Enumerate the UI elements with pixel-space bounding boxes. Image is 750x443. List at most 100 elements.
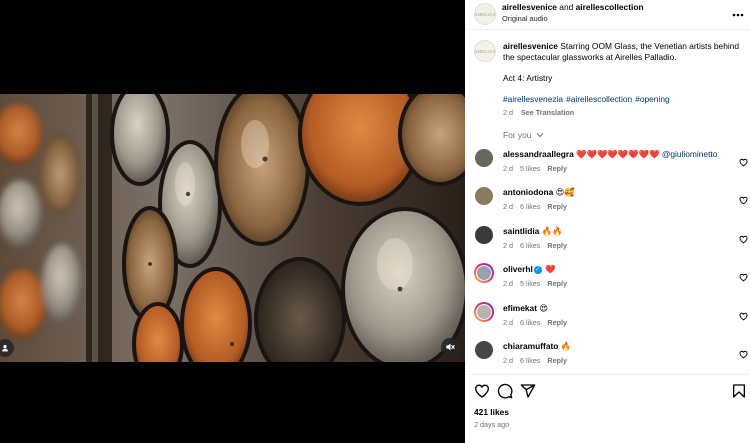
- comment-age: 2 d: [503, 317, 513, 327]
- avatar-image: [476, 303, 492, 320]
- hashtag-link[interactable]: #airellesvenezia: [503, 94, 563, 104]
- commenter-username[interactable]: antoniodona: [503, 187, 553, 197]
- heart-outline-icon: [739, 235, 748, 244]
- caption-act-line: Act 4: Artistry: [503, 73, 553, 83]
- commenter-avatar[interactable]: [474, 224, 494, 245]
- mention-link[interactable]: @giuliominetto: [662, 149, 718, 159]
- share-button[interactable]: [520, 383, 536, 399]
- chevron-down-icon: [536, 133, 544, 138]
- avatar-image: [474, 186, 494, 207]
- like-button[interactable]: [474, 383, 490, 399]
- comment-like-button[interactable]: [739, 192, 748, 205]
- more-options-button[interactable]: [732, 6, 744, 20]
- comment-likes[interactable]: 5 likes: [520, 279, 540, 288]
- comment-like-button[interactable]: [739, 154, 748, 167]
- comment-likes[interactable]: 5 likes: [520, 164, 540, 173]
- see-translation-button[interactable]: See Translation: [521, 108, 574, 117]
- commenter-username[interactable]: saintlidia: [503, 226, 539, 236]
- comment-body: alessandraallegra ❤️❤️❤️❤️❤️❤️❤️❤️ @giul…: [503, 149, 717, 160]
- comment-item: antoniodona 😍🥰 2 d 6 likes Reply: [465, 182, 750, 220]
- user-tag-icon: [2, 345, 8, 352]
- audio-link[interactable]: Original audio: [502, 14, 548, 23]
- comment-body: antoniodona 😍🥰: [503, 187, 575, 198]
- caption-author-avatar[interactable]: AIRELLES: [474, 40, 496, 62]
- comment-button[interactable]: [497, 383, 513, 399]
- comment-like-button[interactable]: [739, 346, 748, 359]
- mute-toggle-button[interactable]: [441, 338, 459, 356]
- save-button[interactable]: [731, 383, 747, 399]
- post-header: AIRELLES airellesvenice and airellescoll…: [465, 0, 750, 30]
- comment-body: efimekat 😍: [503, 303, 548, 313]
- paper-plane-icon: [520, 384, 536, 398]
- commenter-avatar[interactable]: [474, 301, 494, 322]
- heart-outline-icon: [739, 197, 748, 205]
- commenter-username[interactable]: chiaramuffato: [503, 341, 558, 351]
- caption-author-link[interactable]: airellesvenice: [503, 41, 558, 51]
- comment-meta: 2 d 5 likes Reply: [503, 164, 574, 173]
- comment-meta: 2 d 6 likes Reply: [503, 241, 574, 250]
- comment-meta: 2 d 5 likes Reply: [503, 279, 574, 288]
- reply-button[interactable]: Reply: [547, 241, 567, 250]
- commenter-username[interactable]: efimekat: [503, 303, 537, 313]
- avatar-image: [474, 224, 494, 245]
- comment-text: 😍🥰: [555, 187, 575, 198]
- comment-like-button[interactable]: [739, 231, 748, 244]
- comment-item: efimekat 😍 2 d 6 likes Reply: [465, 298, 750, 336]
- reply-button[interactable]: Reply: [547, 356, 567, 365]
- reply-button[interactable]: Reply: [547, 279, 567, 288]
- video-player[interactable]: [0, 0, 465, 443]
- avatar-image: [474, 339, 494, 360]
- commenter-username[interactable]: oliverhl: [503, 264, 533, 274]
- post-actions: 421 likes 2 days ago: [465, 374, 750, 443]
- heart-outline-icon: [739, 273, 748, 282]
- more-horizontal-icon: [732, 13, 744, 17]
- comment-likes[interactable]: 6 likes: [520, 202, 540, 211]
- post-authors: airellesvenice and airellescollection: [502, 2, 644, 12]
- comment-meta: 2 d 6 likes Reply: [503, 202, 574, 211]
- comment-age: 2 d: [503, 202, 513, 212]
- coauthor-link[interactable]: airellescollection: [576, 2, 644, 12]
- author-link[interactable]: airellesvenice: [502, 2, 557, 12]
- commenter-avatar[interactable]: [474, 148, 494, 168]
- hashtag-link[interactable]: #opening: [635, 94, 669, 104]
- commenter-username[interactable]: alessandraallegra: [503, 149, 574, 159]
- post-caption: airellesvenice Starring OOM Glass, the V…: [503, 41, 743, 62]
- comment-item: oliverhl ✓ ❤️ 2 d 5 likes Reply: [465, 259, 750, 297]
- comment-sort-dropdown[interactable]: For you: [503, 130, 544, 140]
- heart-outline-icon: [739, 350, 748, 359]
- comment-age: 2 d: [503, 279, 513, 289]
- comment-likes[interactable]: 6 likes: [520, 356, 540, 365]
- comment-like-button[interactable]: [739, 269, 748, 282]
- comment-likes[interactable]: 6 likes: [520, 318, 540, 327]
- comment-text: ❤️: [545, 264, 556, 275]
- speech-bubble-icon: [497, 383, 513, 399]
- comment-text: 😍: [539, 302, 549, 313]
- comment-sort-label: For you: [503, 130, 532, 140]
- heart-outline-icon: [739, 312, 748, 320]
- comment-age: 2 d: [503, 240, 513, 250]
- author-avatar[interactable]: AIRELLES: [474, 3, 496, 25]
- reply-button[interactable]: Reply: [547, 202, 567, 211]
- commenter-avatar[interactable]: [474, 263, 494, 284]
- commenter-avatar[interactable]: [474, 339, 494, 360]
- comment-age: 2 d: [503, 355, 513, 365]
- reply-button[interactable]: Reply: [547, 318, 567, 327]
- comment-text: ❤️❤️❤️❤️❤️❤️❤️❤️: [576, 149, 660, 159]
- comments-list: alessandraallegra ❤️❤️❤️❤️❤️❤️❤️❤️ @giul…: [465, 144, 750, 374]
- commenter-avatar[interactable]: [474, 186, 494, 207]
- hashtag-link[interactable]: #airellescollection: [566, 94, 632, 104]
- likes-count[interactable]: 421 likes: [474, 407, 509, 417]
- comment-text: 🔥🔥: [541, 225, 563, 236]
- comment-body: oliverhl ✓ ❤️: [503, 264, 556, 275]
- brand-logo: AIRELLES: [474, 11, 496, 17]
- video-frame-stained-glass: [0, 94, 465, 362]
- comment-like-button[interactable]: [739, 308, 748, 320]
- comment-likes[interactable]: 6 likes: [520, 241, 540, 250]
- post-timestamp[interactable]: 2 days ago: [474, 420, 509, 429]
- verified-badge-icon: ✓: [533, 265, 542, 274]
- comment-body: chiaramuffato 🔥: [503, 341, 571, 352]
- bookmark-icon: [733, 384, 745, 398]
- reply-button[interactable]: Reply: [547, 164, 567, 173]
- muted-speaker-icon: [446, 343, 455, 351]
- comment-item: chiaramuffato 🔥 2 d 6 likes Reply: [465, 336, 750, 374]
